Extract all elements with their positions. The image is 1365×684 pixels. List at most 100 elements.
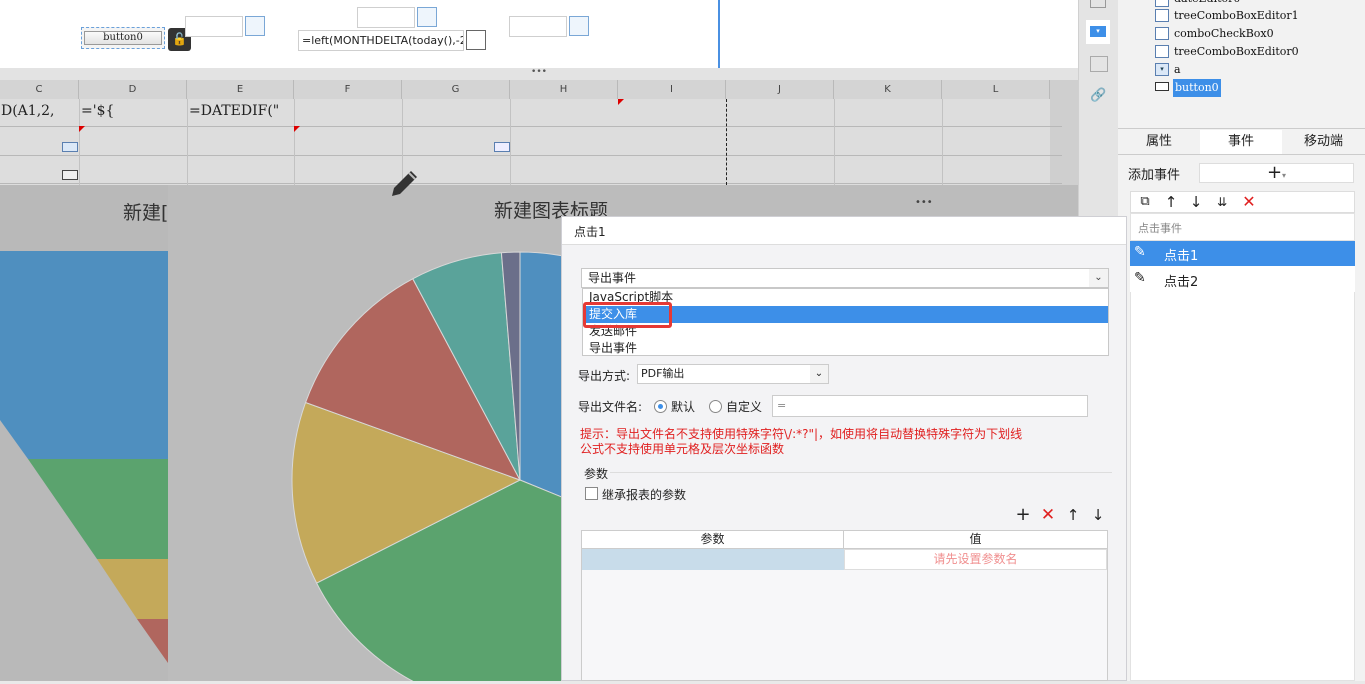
row-line (0, 126, 1062, 127)
grid-scrollbar[interactable] (1050, 80, 1078, 185)
left-pie-slice-blue (0, 251, 168, 459)
cell-d1[interactable]: ='${ (81, 103, 114, 119)
param-value-cell[interactable]: 请先设置参数名 (844, 549, 1107, 570)
tab-events[interactable]: 事件 (1200, 130, 1282, 154)
left-chart-title: 新建[ (123, 202, 169, 224)
calendar-icon[interactable] (245, 16, 265, 36)
tree-combo-icon (1155, 9, 1169, 22)
col-line (294, 99, 295, 185)
col-line (510, 99, 511, 185)
arrow-up-icon[interactable]: ↑ (1064, 506, 1082, 524)
column-header[interactable]: C (0, 80, 79, 99)
comment-marker (79, 126, 85, 132)
tree-combo-icon (1155, 45, 1169, 58)
column-header[interactable]: J (726, 80, 834, 99)
radio-default-label: 默认 (671, 400, 696, 414)
column-header[interactable]: L (942, 80, 1050, 99)
divider (1118, 154, 1365, 155)
arrow-down-icon[interactable]: ↓ (1187, 193, 1205, 211)
dialog-header (562, 217, 1126, 245)
divider (1118, 128, 1365, 129)
more-dots-icon[interactable]: ••• (915, 197, 933, 208)
radio-custom[interactable] (709, 400, 722, 413)
tree-item[interactable]: treeComboBoxEditor0 (1174, 43, 1299, 61)
left-pie-chart (0, 251, 168, 663)
inherit-params-checkbox[interactable] (585, 487, 598, 500)
pencil-icon: ✎ (1134, 270, 1146, 286)
date-editor-icon (1155, 0, 1169, 7)
button-icon (1155, 82, 1169, 91)
button-widget-icon (62, 170, 78, 180)
date-field-3[interactable] (509, 16, 567, 37)
toolbar-active-tab[interactable]: ▾ (1086, 20, 1110, 44)
toolbar-icon[interactable] (1090, 0, 1106, 8)
export-method-select[interactable]: PDF输出 (637, 364, 829, 384)
event-list-empty (1130, 292, 1355, 681)
arrow-down-icon[interactable]: ↓ (1089, 506, 1107, 524)
combo-icon: ▾ (1090, 26, 1106, 37)
comment-marker (294, 126, 300, 132)
col-line (187, 99, 188, 185)
column-header-value[interactable]: 值 (844, 531, 1107, 549)
date-field-2[interactable] (357, 7, 415, 28)
move-bottom-icon[interactable]: ⇊ (1213, 193, 1231, 211)
column-header-param[interactable]: 参数 (582, 531, 844, 549)
layers-icon[interactable] (1090, 56, 1108, 72)
column-header[interactable]: D (79, 80, 187, 99)
delete-icon[interactable]: ✕ (1240, 193, 1258, 211)
chevron-down-icon[interactable]: ⌄ (810, 365, 828, 383)
canvas-gap (720, 0, 730, 68)
tree-item-selected[interactable]: button0 (1173, 79, 1221, 97)
custom-filename-input[interactable]: = (772, 395, 1088, 417)
chevron-down-icon: ▾ (1282, 171, 1287, 180)
column-header[interactable]: H (510, 80, 618, 99)
pencil-icon[interactable] (386, 166, 422, 202)
event-item-label: 点击2 (1164, 275, 1199, 290)
column-header[interactable]: K (834, 80, 942, 99)
column-header[interactable]: G (402, 80, 510, 99)
tree-item[interactable]: treeComboBoxEditor1 (1174, 7, 1299, 25)
plus-icon: + (1266, 162, 1283, 183)
calendar-icon[interactable] (466, 30, 486, 50)
column-header[interactable]: F (294, 80, 402, 99)
main-pie-chart (291, 251, 561, 681)
radio-custom-label: 自定义 (726, 400, 763, 414)
param-name-cell[interactable] (582, 549, 844, 570)
dialog-title: 点击1 (574, 225, 606, 239)
splitter-handle[interactable]: ••• (0, 68, 1078, 80)
page-break-line (726, 99, 727, 185)
add-param-icon[interactable]: + (1014, 506, 1032, 524)
tab-properties[interactable]: 属性 (1118, 130, 1200, 154)
event-item-label: 点击1 (1164, 249, 1199, 264)
left-pie-slice-red (137, 619, 168, 663)
radio-default[interactable] (654, 400, 667, 413)
formula-field[interactable]: =left(MONTHDELTA(today(),-2 (298, 30, 464, 51)
button0-widget[interactable]: button0 (81, 27, 165, 49)
dropdown-option[interactable]: 导出事件 (585, 340, 1108, 357)
copy-icon[interactable]: ⧉ (1136, 193, 1154, 211)
event-type-select[interactable]: 导出事件 (581, 268, 1109, 288)
delete-param-icon[interactable]: ✕ (1039, 506, 1057, 524)
filename-label: 导出文件名: (578, 400, 643, 414)
left-chart (0, 185, 168, 681)
col-line (79, 99, 80, 185)
row-line (0, 155, 1062, 156)
chevron-down-icon[interactable]: ⌄ (1089, 269, 1108, 287)
date-field-1[interactable] (185, 16, 243, 37)
pencil-icon: ✎ (1134, 244, 1146, 260)
column-header[interactable]: I (618, 80, 726, 99)
link-icon[interactable]: 🔗 (1090, 88, 1108, 104)
left-pie-slice-green (28, 459, 168, 559)
tab-mobile[interactable]: 移动端 (1282, 130, 1365, 154)
cell-e1[interactable]: =DATEDIF(" (189, 103, 279, 119)
calendar-icon[interactable] (417, 7, 437, 27)
tree-item[interactable]: a (1174, 61, 1181, 79)
comment-marker (618, 99, 624, 105)
column-header[interactable]: E (187, 80, 294, 99)
add-event-button[interactable]: +▾ (1199, 163, 1354, 183)
cell-c1[interactable]: D(A1,2, (1, 103, 55, 119)
arrow-up-icon[interactable]: ↑ (1162, 193, 1180, 211)
calendar-icon[interactable] (569, 16, 589, 36)
tree-item[interactable]: comboCheckBox0 (1174, 25, 1274, 43)
inherit-params-label: 继承报表的参数 (602, 488, 687, 502)
